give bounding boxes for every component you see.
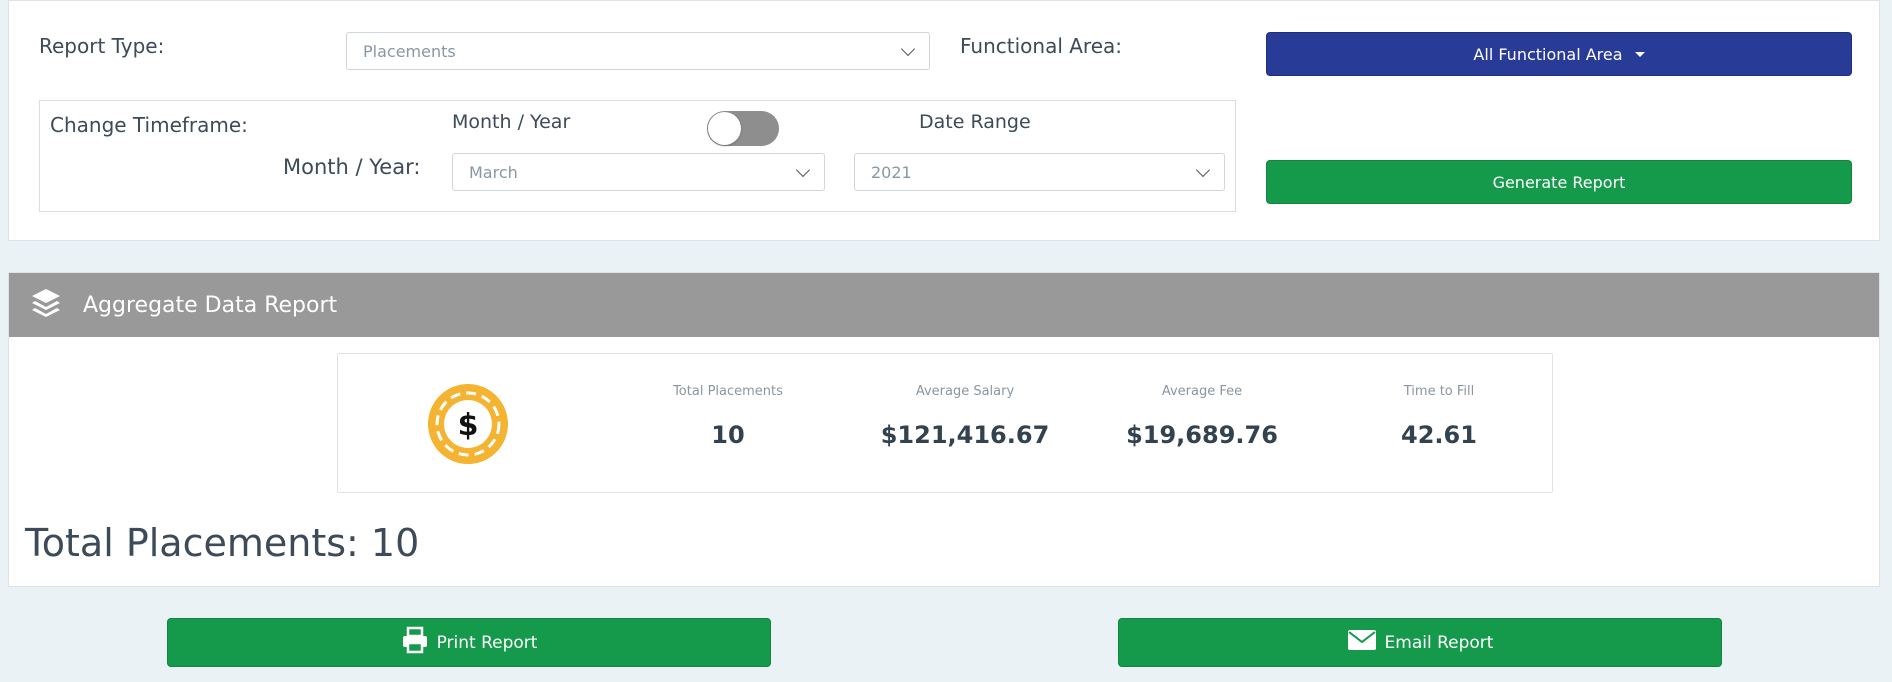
toggle-date-range-label: Date Range	[919, 111, 1031, 133]
email-report-button[interactable]: Email Report	[1118, 618, 1722, 667]
month-year-label: Month / Year:	[283, 155, 421, 179]
email-report-label: Email Report	[1384, 632, 1494, 653]
aggregate-report-card: Aggregate Data Report $ Total Placements…	[8, 272, 1880, 587]
stat-value: 42.61	[1401, 421, 1477, 449]
change-timeframe-label: Change Timeframe:	[50, 113, 248, 137]
stat-total-placements: Total Placements 10	[628, 384, 828, 449]
timeframe-toggle[interactable]	[707, 111, 779, 146]
chevron-down-icon	[1195, 162, 1211, 177]
functional-area-label: Functional Area:	[960, 34, 1123, 58]
filter-card: Report Type: Placements Functional Area:…	[8, 0, 1880, 241]
chevron-down-icon	[795, 162, 811, 177]
toggle-knob	[708, 112, 741, 145]
stat-label: Total Placements	[673, 384, 783, 399]
toggle-month-year-label: Month / Year	[452, 111, 571, 133]
year-select[interactable]: 2021	[854, 153, 1225, 191]
report-header: Aggregate Data Report	[9, 273, 1879, 337]
svg-text:$: $	[458, 408, 479, 443]
total-placements-heading: Total Placements: 10	[25, 521, 420, 565]
caret-down-icon	[1634, 51, 1645, 57]
stat-value: $121,416.67	[880, 421, 1050, 449]
month-select[interactable]: March	[452, 153, 825, 191]
report-type-select[interactable]: Placements	[346, 32, 930, 70]
chevron-down-icon	[900, 41, 916, 56]
stats-panel: $ Total Placements 10 Average Salary $12…	[337, 353, 1553, 493]
generate-report-button[interactable]: Generate Report	[1266, 160, 1852, 204]
report-type-value: Placements	[363, 41, 456, 61]
month-value: March	[469, 162, 518, 182]
envelope-icon	[1347, 628, 1377, 657]
stat-average-fee: Average Fee $19,689.76	[1102, 384, 1302, 449]
printer-icon	[401, 626, 429, 659]
dollar-chip-icon: $	[428, 384, 508, 468]
stat-time-to-fill: Time to Fill 42.61	[1339, 384, 1539, 449]
stat-value: 10	[711, 421, 745, 449]
report-title: Aggregate Data Report	[83, 292, 338, 318]
stat-label: Time to Fill	[1403, 384, 1475, 399]
stat-label: Average Fee	[1161, 384, 1243, 399]
layers-icon	[29, 286, 63, 324]
report-type-label: Report Type:	[39, 34, 165, 58]
stat-average-salary: Average Salary $121,416.67	[865, 384, 1065, 449]
functional-area-button-label: All Functional Area	[1473, 44, 1623, 64]
year-value: 2021	[871, 162, 912, 182]
print-report-button[interactable]: Print Report	[167, 618, 771, 667]
generate-report-label: Generate Report	[1492, 172, 1626, 192]
print-report-label: Print Report	[436, 632, 538, 653]
functional-area-dropdown-button[interactable]: All Functional Area	[1266, 32, 1852, 76]
stat-label: Average Salary	[915, 384, 1015, 399]
stat-value: $19,689.76	[1126, 421, 1278, 449]
